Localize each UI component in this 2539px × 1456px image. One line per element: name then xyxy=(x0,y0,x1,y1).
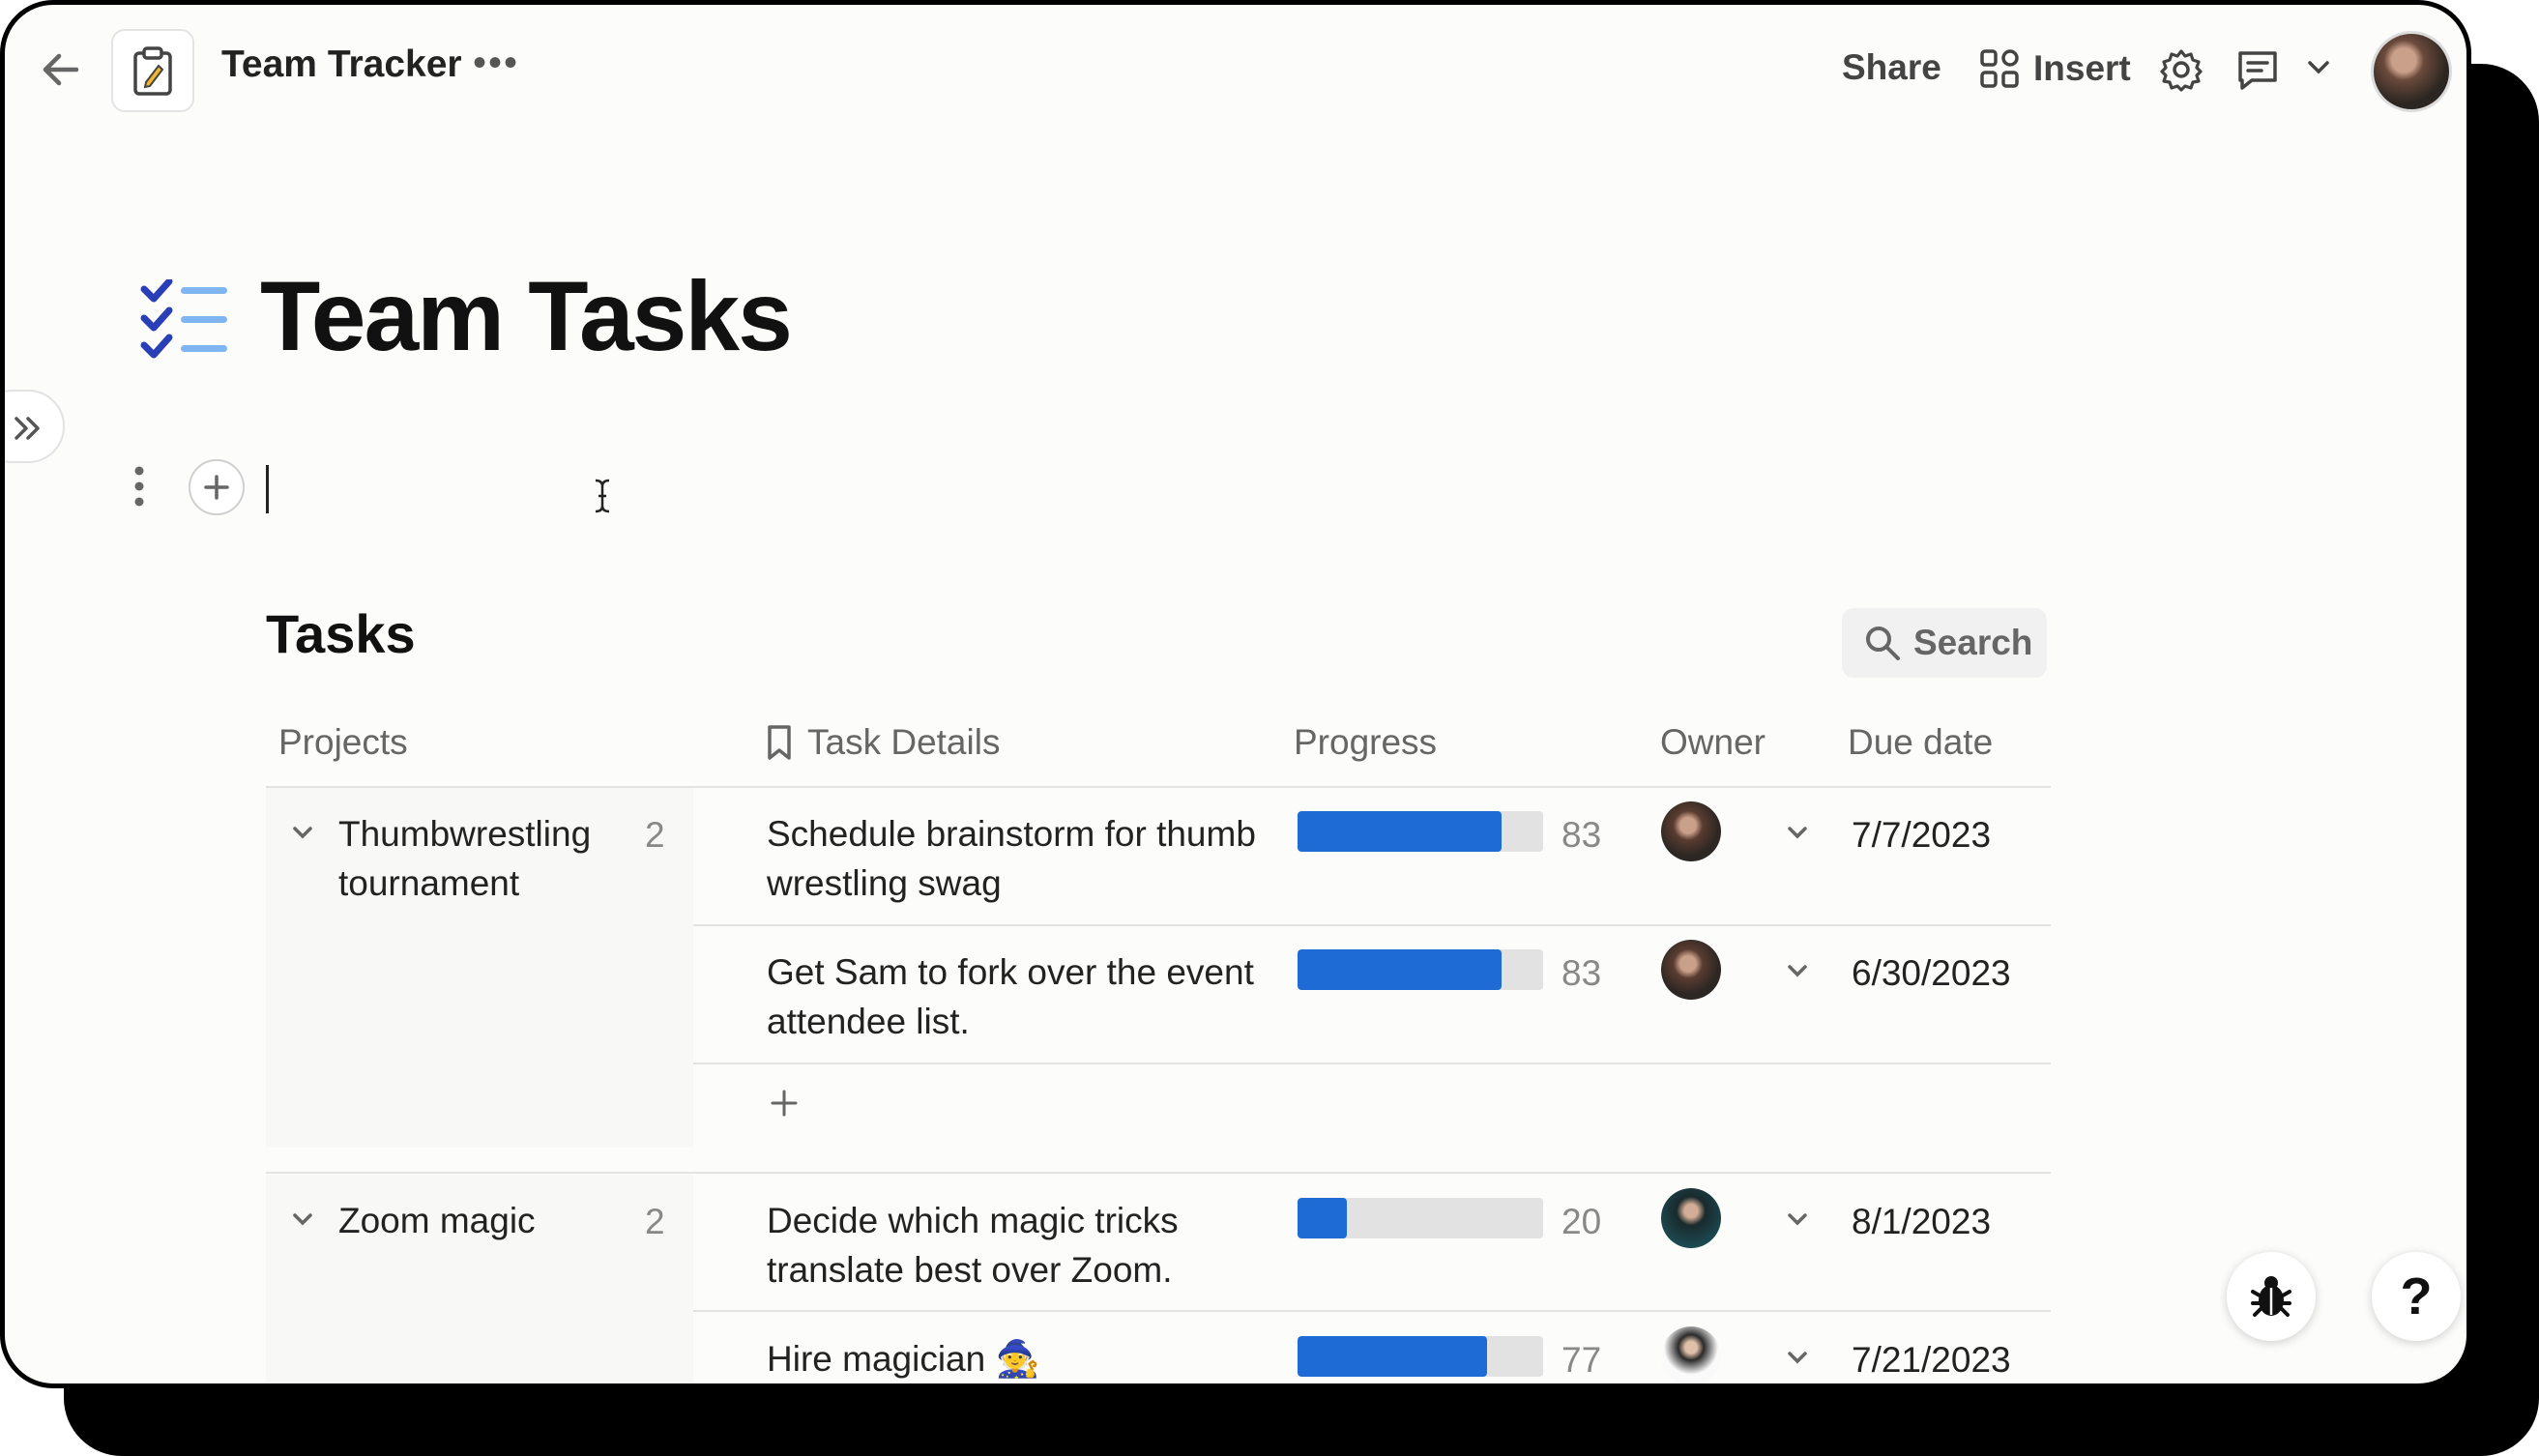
row-divider xyxy=(693,1063,2051,1064)
group-collapse-toggle[interactable] xyxy=(291,1211,314,1234)
arrow-left-icon xyxy=(43,53,79,86)
owner-dropdown[interactable] xyxy=(1786,825,1809,847)
owner-dropdown[interactable] xyxy=(1786,1211,1809,1234)
table-title: Tasks xyxy=(266,603,416,664)
due-date-cell[interactable]: 7/21/2023 xyxy=(1852,1340,2011,1381)
owner-avatar[interactable] xyxy=(1661,801,1721,861)
help-label: ? xyxy=(2400,1267,2433,1325)
comments-dropdown[interactable] xyxy=(2306,59,2331,81)
chevron-down-icon xyxy=(1788,1213,1807,1226)
share-button[interactable]: Share xyxy=(1842,47,1941,88)
due-date-cell[interactable]: 7/7/2023 xyxy=(1852,815,1991,856)
owner-dropdown[interactable] xyxy=(1786,1350,1809,1372)
group-name[interactable]: Thumbwrestling tournament xyxy=(338,809,619,908)
group-count: 2 xyxy=(645,815,665,855)
text-caret[interactable] xyxy=(266,465,269,513)
group-count: 2 xyxy=(645,1202,665,1241)
progress-bar[interactable] xyxy=(1298,1336,1543,1377)
plus-icon xyxy=(204,475,229,500)
progress-value: 83 xyxy=(1561,953,1602,993)
owner-avatar[interactable] xyxy=(1661,1326,1721,1383)
plus-icon xyxy=(771,1090,798,1117)
checklist-icon xyxy=(140,277,229,367)
progress-bar[interactable] xyxy=(1298,1198,1543,1238)
top-bar: Team Tracker ••• Share Insert xyxy=(5,5,2466,140)
group-collapse-toggle[interactable] xyxy=(291,825,314,847)
column-label: Owner xyxy=(1660,722,1766,762)
column-label: Due date xyxy=(1848,722,1994,762)
header-divider xyxy=(266,786,2051,788)
search-label: Search xyxy=(1913,623,2033,662)
column-header-progress[interactable]: Progress xyxy=(1294,722,1437,763)
doc-title[interactable]: Team Tracker xyxy=(221,44,462,86)
progress-bar[interactable] xyxy=(1298,949,1543,990)
help-button[interactable]: ? xyxy=(2372,1252,2461,1341)
vertical-dots-icon xyxy=(134,466,144,507)
chevron-down-icon xyxy=(1788,827,1807,839)
block-drag-handle[interactable] xyxy=(129,463,150,516)
owner-dropdown[interactable] xyxy=(1786,963,1809,985)
bug-icon xyxy=(2251,1276,2291,1317)
clipboard-icon xyxy=(133,46,172,96)
bookmark-icon xyxy=(768,725,791,760)
group-divider xyxy=(266,1172,2051,1174)
task-detail-cell[interactable]: Hire magician 🧙 xyxy=(767,1334,1279,1383)
progress-bar[interactable] xyxy=(1298,811,1543,852)
gear-icon xyxy=(2160,49,2203,92)
chevron-down-icon xyxy=(1788,965,1807,977)
page-title[interactable]: Team Tasks xyxy=(260,260,793,373)
sidebar-expand-button[interactable] xyxy=(5,390,65,463)
due-date-cell[interactable]: 6/30/2023 xyxy=(1852,953,2011,994)
progress-value: 20 xyxy=(1561,1202,1602,1241)
column-label: Progress xyxy=(1294,722,1438,762)
doc-more-button[interactable]: ••• xyxy=(473,42,519,85)
add-row-button[interactable] xyxy=(769,1088,800,1123)
add-block-button[interactable] xyxy=(189,459,245,515)
column-label: Task Details xyxy=(807,722,1001,762)
chevron-down-icon xyxy=(293,827,312,839)
user-avatar[interactable] xyxy=(2374,34,2449,109)
progress-fill xyxy=(1298,1336,1487,1377)
app-window: Team Tracker ••• Share Insert Team Tasks… xyxy=(0,0,2471,1388)
row-divider xyxy=(693,924,2051,926)
table-search-button[interactable]: Search xyxy=(1842,608,2047,678)
ibeam-cursor-icon xyxy=(593,479,612,518)
progress-fill xyxy=(1298,811,1502,852)
row-divider xyxy=(693,1310,2051,1312)
column-header-projects[interactable]: Projects xyxy=(278,722,408,763)
comments-button[interactable] xyxy=(2234,47,2281,97)
bug-report-button[interactable] xyxy=(2227,1252,2316,1341)
chevron-down-icon xyxy=(293,1213,312,1226)
progress-fill xyxy=(1298,949,1502,990)
search-icon xyxy=(1866,626,1900,660)
insert-label: Insert xyxy=(2033,48,2131,88)
progress-fill xyxy=(1298,1198,1347,1238)
task-detail-cell[interactable]: Get Sam to fork over the event attendee … xyxy=(767,947,1279,1046)
insert-button[interactable]: Insert xyxy=(1979,42,2131,96)
chevron-down-icon xyxy=(1788,1352,1807,1364)
progress-value: 83 xyxy=(1561,815,1602,855)
column-header-due-date[interactable]: Due date xyxy=(1848,722,1993,763)
comment-icon xyxy=(2238,51,2277,90)
chevron-down-icon xyxy=(2308,61,2329,74)
column-header-owner[interactable]: Owner xyxy=(1660,722,1766,763)
column-label: Projects xyxy=(278,722,408,762)
doc-icon-button[interactable] xyxy=(111,29,194,112)
settings-button[interactable] xyxy=(2159,47,2203,97)
task-detail-cell[interactable]: Schedule brainstorm for thumb wrestling … xyxy=(767,809,1279,908)
group-name[interactable]: Zoom magic xyxy=(338,1196,619,1245)
progress-value: 77 xyxy=(1561,1340,1602,1380)
back-button[interactable] xyxy=(34,45,88,94)
grid-icon xyxy=(1980,49,2019,88)
task-detail-cell[interactable]: Decide which magic tricks translate best… xyxy=(767,1196,1279,1295)
owner-avatar[interactable] xyxy=(1661,1188,1721,1248)
owner-avatar[interactable] xyxy=(1661,940,1721,1000)
double-chevron-right-icon xyxy=(15,417,40,440)
due-date-cell[interactable]: 8/1/2023 xyxy=(1852,1202,1991,1242)
column-header-task-details[interactable]: Task Details xyxy=(765,722,1000,763)
